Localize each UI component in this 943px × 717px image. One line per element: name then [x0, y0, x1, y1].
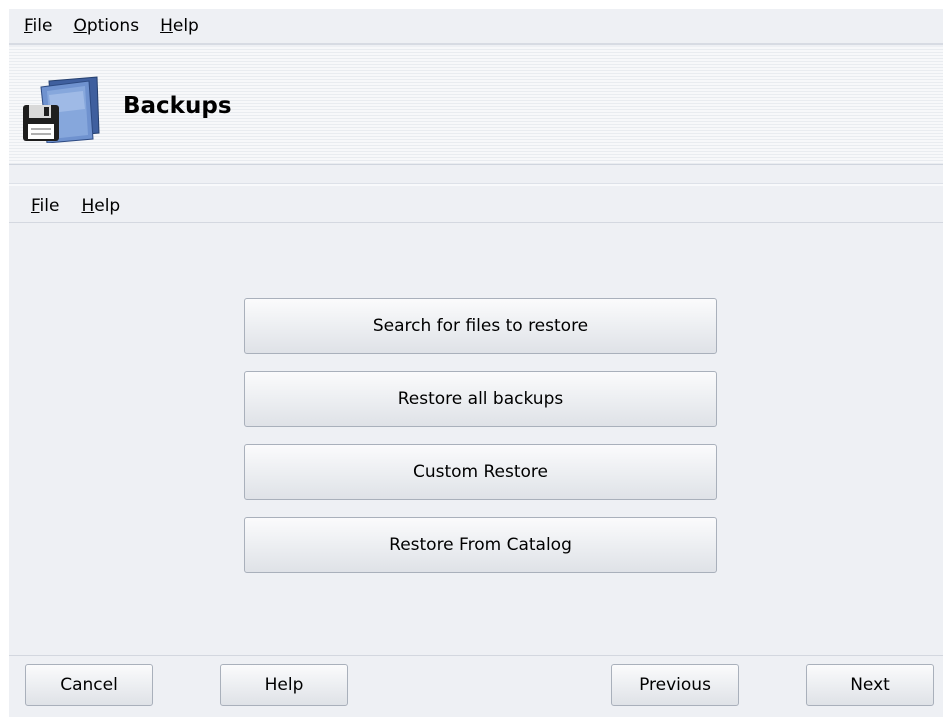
inner-menu-help-mnemonic: H — [81, 195, 95, 216]
menu-file-mnemonic: F — [24, 16, 33, 36]
restore-all-backups-button[interactable]: Restore all backups — [244, 371, 717, 427]
custom-restore-button[interactable]: Custom Restore — [244, 444, 717, 500]
restore-from-catalog-button[interactable]: Restore From Catalog — [244, 517, 717, 573]
inner-menu-help[interactable]: Help — [81, 196, 120, 216]
main-menubar: File Options Help — [9, 9, 943, 45]
page-title: Backups — [123, 93, 232, 119]
previous-button[interactable]: Previous — [611, 664, 739, 706]
menu-options-label: ptions — [86, 16, 140, 36]
inner-menu-file-mnemonic: F — [31, 195, 40, 216]
menu-help-mnemonic: H — [160, 16, 173, 36]
search-files-to-restore-button[interactable]: Search for files to restore — [244, 298, 717, 354]
menu-help-label: elp — [172, 16, 199, 36]
header-divider — [9, 183, 943, 186]
backup-window: File Options Help Backups File Help Sear… — [9, 9, 943, 717]
page-header: Backups — [9, 47, 943, 165]
inner-menu-file[interactable]: File — [31, 196, 59, 216]
help-button[interactable]: Help — [220, 664, 348, 706]
menu-options-mnemonic: O — [73, 16, 87, 36]
menu-options[interactable]: Options — [73, 16, 139, 36]
menu-file[interactable]: File — [24, 16, 52, 36]
backup-floppy-folder-icon — [19, 75, 103, 144]
footer-divider — [9, 655, 943, 656]
menu-help[interactable]: Help — [160, 16, 199, 36]
menu-file-label: ile — [32, 16, 53, 36]
next-button[interactable]: Next — [806, 664, 934, 706]
inner-menubar: File Help — [9, 189, 943, 223]
inner-menu-file-label: ile — [39, 195, 60, 216]
inner-menu-help-label: elp — [94, 195, 121, 216]
cancel-button[interactable]: Cancel — [25, 664, 153, 706]
